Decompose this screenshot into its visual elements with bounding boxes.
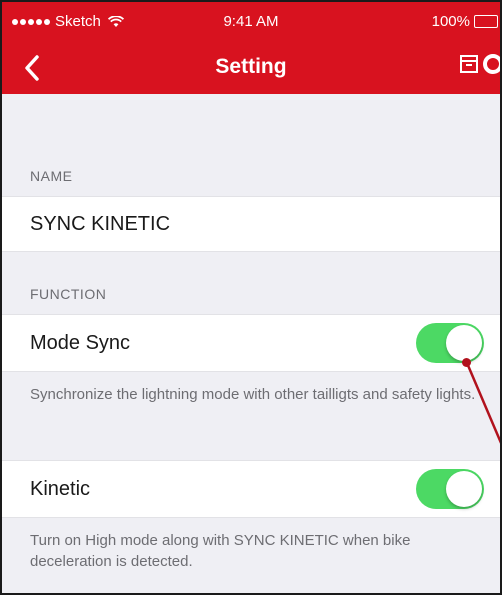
- circle-icon[interactable]: [482, 53, 502, 75]
- mode-sync-cell: Mode Sync: [2, 314, 500, 372]
- section-header-function: FUNCTION: [30, 286, 107, 302]
- mode-sync-description: Synchronize the lightning mode with othe…: [30, 386, 476, 403]
- kinetic-toggle[interactable]: [416, 469, 484, 509]
- device-name-value: SYNC KINETIC: [30, 212, 171, 235]
- kinetic-cell: Kinetic: [2, 460, 500, 518]
- kinetic-label: Kinetic: [30, 477, 91, 500]
- top-bar: Sketch 9:41 AM 100% Setting: [2, 2, 500, 94]
- toggle-knob: [446, 325, 482, 361]
- navigation-bar: Setting: [2, 42, 500, 94]
- mode-sync-toggle[interactable]: [416, 323, 484, 363]
- archive-icon[interactable]: [459, 54, 479, 74]
- toggle-knob: [446, 471, 482, 507]
- page-title: Setting: [215, 55, 287, 78]
- app-screen: Sketch 9:41 AM 100% Setting NAME SYNC KI…: [0, 0, 502, 595]
- section-header-name: NAME: [30, 168, 73, 184]
- kinetic-description: Turn on High mode along with SYNC KINETI…: [30, 532, 411, 570]
- battery-icon: [474, 15, 498, 28]
- status-time: 9:41 AM: [223, 13, 279, 30]
- mode-sync-label: Mode Sync: [30, 331, 131, 354]
- status-right: 100%: [432, 13, 498, 30]
- name-cell[interactable]: SYNC KINETIC: [2, 196, 500, 252]
- annotation-dot: [462, 358, 471, 367]
- battery-percent: 100%: [431, 13, 470, 30]
- nav-actions: [459, 53, 502, 75]
- status-bar: Sketch 9:41 AM 100%: [2, 2, 500, 42]
